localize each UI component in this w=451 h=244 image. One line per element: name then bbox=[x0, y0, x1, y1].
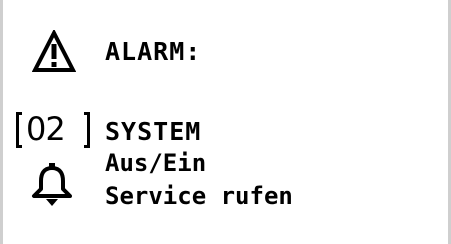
warning-triangle-icon bbox=[32, 30, 76, 72]
alarm-title: ALARM: bbox=[105, 37, 202, 66]
code-bracket-left bbox=[16, 112, 22, 148]
code-bracket-right bbox=[84, 112, 90, 148]
alarm-message-line-3: Service rufen bbox=[105, 182, 293, 210]
alarm-message-line-2: Aus/Ein bbox=[105, 149, 207, 177]
screen-border-left bbox=[0, 0, 3, 244]
alarm-code-value: 02 bbox=[26, 110, 66, 148]
bell-icon bbox=[32, 163, 72, 206]
alarm-message-line-1: SYSTEM bbox=[105, 117, 202, 146]
alarm-code: 02 bbox=[16, 112, 90, 150]
alarm-display: ALARM: 02 SYSTEM Aus/Ein Service rufen bbox=[0, 0, 451, 244]
